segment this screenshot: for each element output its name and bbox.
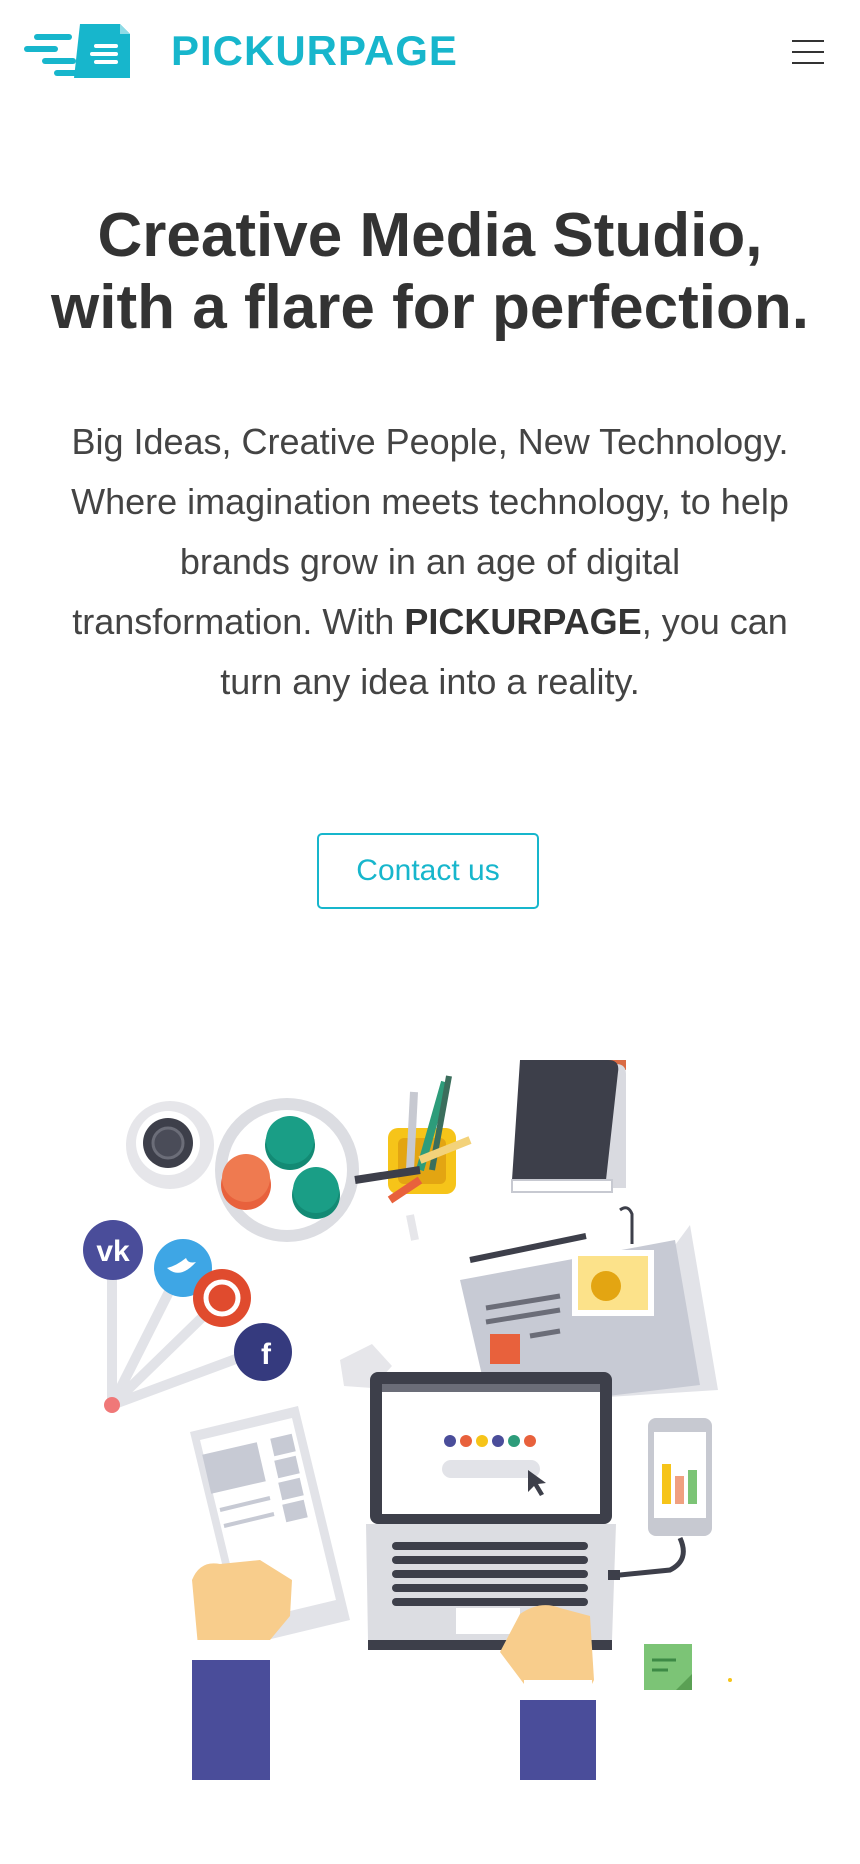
pinterest-icon bbox=[193, 1269, 251, 1327]
intro-text: Big Ideas, Creative People, New Technolo… bbox=[70, 412, 790, 712]
laptop-icon bbox=[366, 1372, 616, 1650]
svg-text:f: f bbox=[261, 1338, 272, 1371]
hamburger-menu-icon[interactable] bbox=[792, 40, 824, 64]
logo-mark-icon bbox=[24, 24, 130, 78]
notebook-icon bbox=[511, 1060, 626, 1193]
logo[interactable] bbox=[24, 22, 132, 80]
sticky-note-icon bbox=[644, 1644, 692, 1690]
intro-brand-name: PICKURPAGE bbox=[404, 601, 642, 642]
right-hand bbox=[500, 1605, 596, 1780]
svg-text:vk: vk bbox=[96, 1235, 130, 1268]
phone-icon bbox=[608, 1418, 712, 1580]
plate-with-macarons bbox=[215, 1098, 359, 1242]
title-line-1: Creative Media Studio, bbox=[97, 201, 763, 270]
left-hand bbox=[192, 1560, 292, 1780]
title-line-2: with a flare for perfection. bbox=[51, 273, 809, 342]
page-title: Creative Media Studio, with a flare for … bbox=[0, 200, 860, 344]
vk-icon: vk bbox=[83, 1220, 143, 1280]
intro-body: Where imagination meets technology, to h… bbox=[70, 472, 790, 712]
site-header: PICKURPAGE bbox=[0, 0, 860, 104]
contact-us-button[interactable]: Contact us bbox=[317, 833, 539, 909]
social-fan: vk f bbox=[83, 1220, 292, 1413]
tagline: Big Ideas, Creative People, New Technolo… bbox=[71, 421, 789, 462]
facebook-icon: f bbox=[234, 1323, 292, 1381]
logo-wordmark[interactable]: PICKURPAGE bbox=[171, 27, 458, 75]
hero-illustration: vk f bbox=[83, 1060, 732, 1780]
coffee-cup-icon bbox=[126, 1101, 214, 1189]
pencils-icon bbox=[354, 1075, 472, 1241]
